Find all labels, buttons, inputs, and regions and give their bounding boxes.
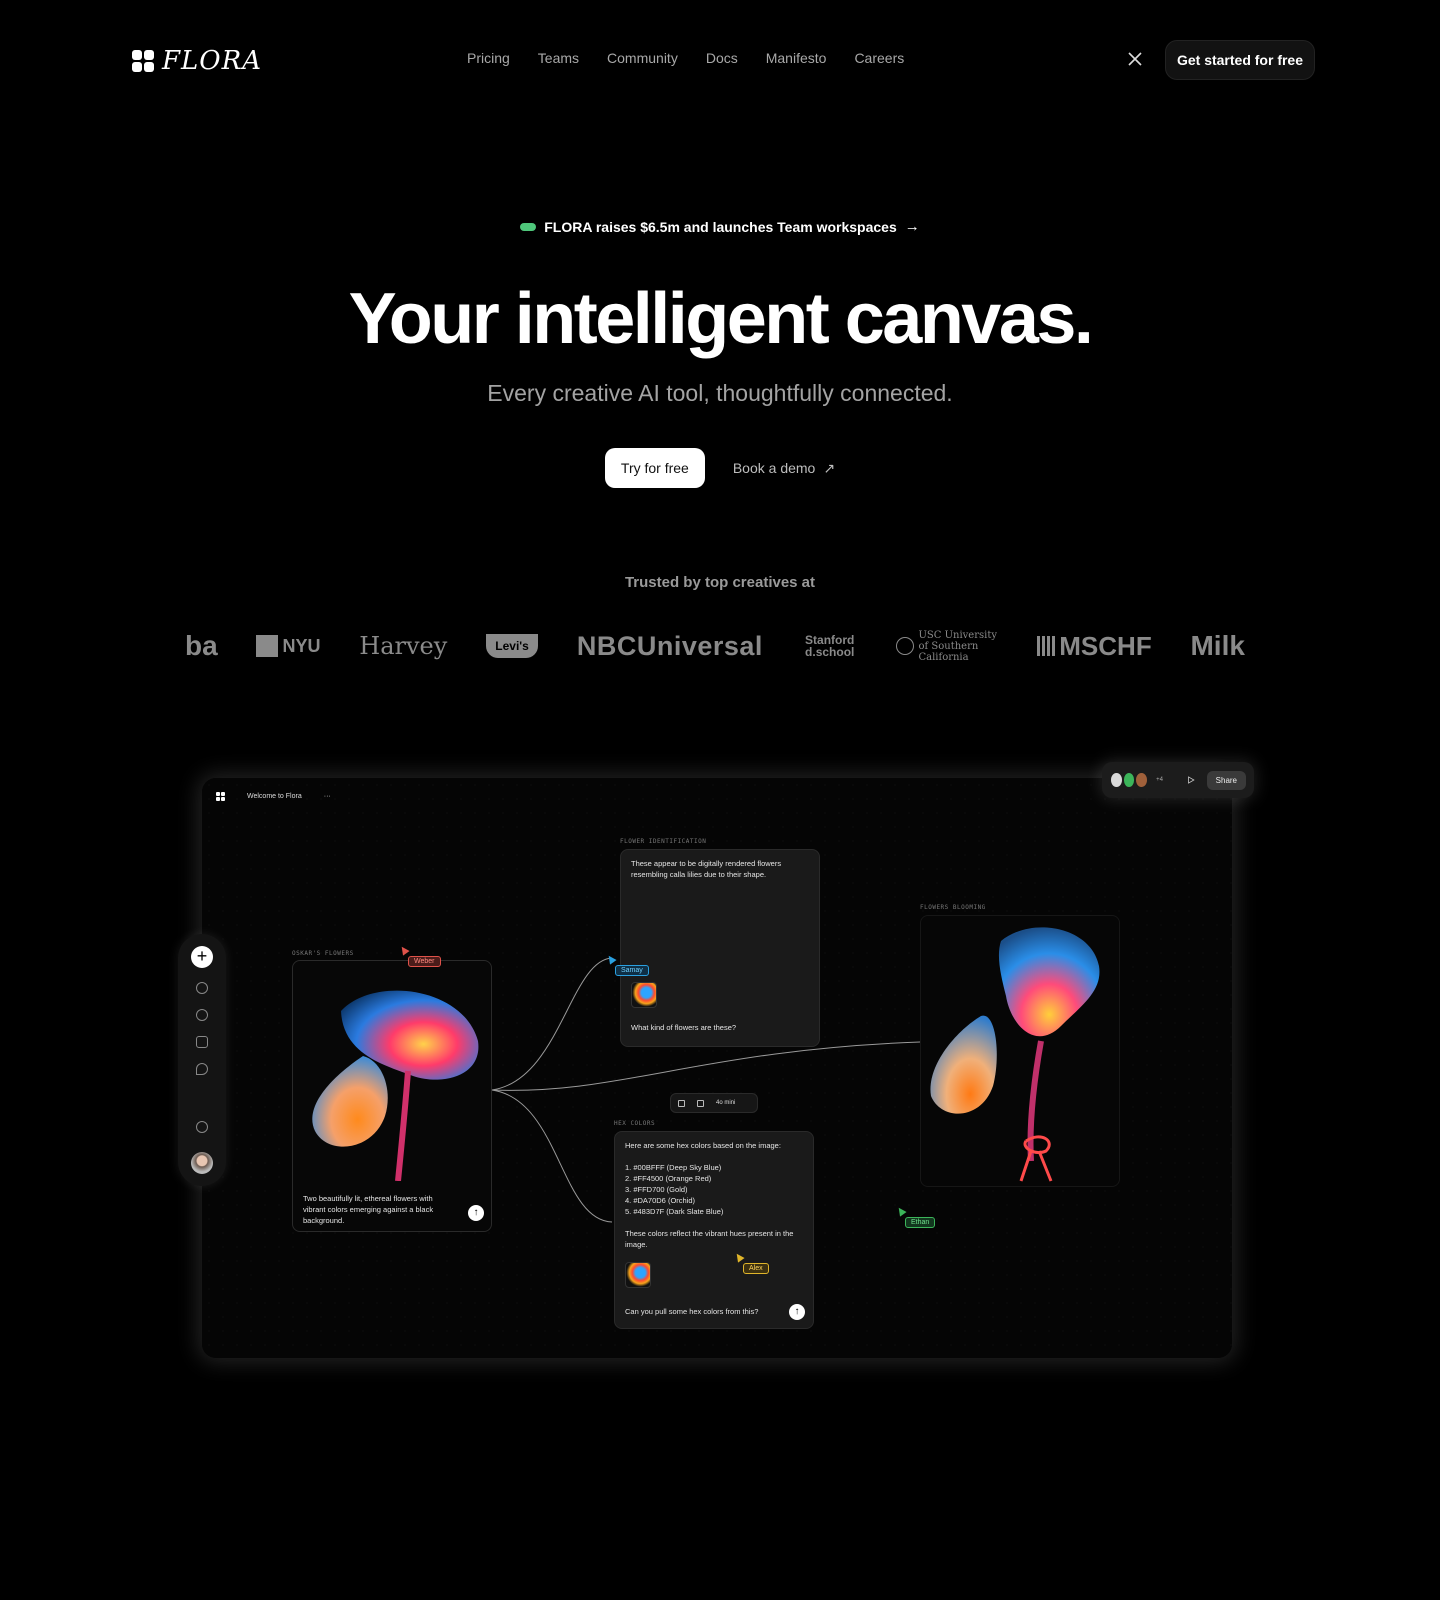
more-menu-icon[interactable]: ··· xyxy=(324,793,331,800)
logo-stanford-dschool: Stanford d.school xyxy=(805,633,855,659)
trusted-heading: Trusted by top creatives at xyxy=(624,574,816,591)
logo-wordmark: FLORA xyxy=(162,46,262,76)
collaboration-bar: +4 Share xyxy=(1102,762,1254,798)
status-dot-icon xyxy=(520,222,537,231)
book-demo-label: Book a demo xyxy=(732,460,816,476)
hex-outro: These colors reflect the vibrant hues pr… xyxy=(625,1229,794,1249)
node-label-blooming: FLOWERS BLOOMING xyxy=(920,904,986,911)
image-node-oskar[interactable]: Two beautifully lit, ethereal flowers wi… xyxy=(292,960,492,1232)
extra-collaborators-count: +4 xyxy=(1156,777,1163,783)
share-button[interactable]: Share xyxy=(1206,770,1247,790)
flora-logo[interactable]: FLORA xyxy=(132,46,262,76)
comment-icon[interactable] xyxy=(196,1063,208,1075)
hero-actions: Try for free Book a demo ↗ xyxy=(0,448,1440,488)
send-arrow-icon[interactable]: ↑ xyxy=(468,1205,484,1221)
identification-answer: These appear to be digitally rendered fl… xyxy=(631,859,782,879)
mschf-bars-icon xyxy=(1037,636,1058,656)
logo-harvey: Harvey xyxy=(359,632,448,660)
logo-nbcuniversal: NBCUniversal xyxy=(576,630,763,661)
logo-levis: Levi's xyxy=(486,634,539,658)
flower-image xyxy=(312,990,479,1181)
nyu-torch-icon xyxy=(256,635,279,657)
blooming-flower-image xyxy=(930,927,1100,1182)
bookmark-icon[interactable] xyxy=(697,1099,704,1107)
node-toolbar: 4o mini xyxy=(670,1093,758,1113)
node-label-identification: FLOWER IDENTIFICATION xyxy=(620,838,707,845)
arrow-up-right-icon: ↗ xyxy=(823,459,836,476)
nav-link-teams[interactable]: Teams xyxy=(538,50,579,66)
hero-title: Your intelligent canvas. xyxy=(348,279,1094,359)
play-icon[interactable] xyxy=(1187,775,1195,785)
hex-prompt: Can you pull some hex colors from this? xyxy=(625,1307,759,1316)
nav-link-manifesto[interactable]: Manifesto xyxy=(766,50,827,66)
text-node-identification[interactable]: These appear to be digitally rendered fl… xyxy=(620,849,820,1047)
hex-color-2: 2. #FF4500 (Orange Red) xyxy=(625,1174,712,1183)
hex-color-3: 3. #FFD700 (Gold) xyxy=(625,1185,688,1194)
cursor-tag-weber: Weber xyxy=(408,956,441,967)
nodes-icon[interactable] xyxy=(196,982,208,994)
hex-intro: Here are some hex colors based on the im… xyxy=(625,1141,781,1150)
get-started-button[interactable]: Get started for free xyxy=(1165,40,1315,80)
cursor-tag-ethan: Ethan xyxy=(905,1217,936,1228)
try-for-free-button[interactable]: Try for free xyxy=(604,448,705,488)
cursor-tag-samay: Samay xyxy=(615,965,649,976)
oskar-caption: Two beautifully lit, ethereal flowers wi… xyxy=(303,1194,434,1225)
customer-logos: ba NYU Harvey Levi's NBCUniversal Stanfo… xyxy=(185,626,1245,666)
logo-mschf: MSCHF xyxy=(1037,631,1152,662)
user-avatar[interactable] xyxy=(191,1152,213,1174)
arrow-right-icon: → xyxy=(904,218,920,235)
hex-color-1: 1. #00BFFF (Deep Sky Blue) xyxy=(625,1163,722,1172)
usc-seal-icon xyxy=(896,637,915,655)
assets-icon[interactable] xyxy=(196,1036,208,1048)
app-header: Welcome to Flora ··· xyxy=(216,792,331,801)
identification-prompt: What kind of flowers are these? xyxy=(631,1023,737,1032)
logo-milk: Milk xyxy=(1190,630,1245,661)
text-node-hex[interactable]: Here are some hex colors based on the im… xyxy=(614,1131,814,1329)
nav-link-pricing[interactable]: Pricing xyxy=(467,50,510,66)
reference-thumbnail xyxy=(631,982,657,1008)
x-logo-icon[interactable] xyxy=(1127,51,1143,67)
announcement-banner[interactable]: FLORA raises $6.5m and launches Team wor… xyxy=(0,218,1440,235)
image-node-blooming[interactable] xyxy=(920,915,1120,1187)
avatar[interactable] xyxy=(1122,772,1136,788)
top-navigation: FLORA Pricing Teams Community Docs Manif… xyxy=(0,0,1440,120)
avatar[interactable] xyxy=(1110,772,1123,788)
logo-ba: ba xyxy=(185,630,218,661)
logo-nyu: NYU xyxy=(256,635,320,657)
cursor-tag-alex: Alex xyxy=(743,1263,769,1274)
flora-menu-icon[interactable] xyxy=(216,792,225,801)
flora-logo-icon xyxy=(132,50,154,72)
nav-link-careers[interactable]: Careers xyxy=(854,50,904,66)
reference-thumbnail xyxy=(625,1262,651,1288)
announcement-text: FLORA raises $6.5m and launches Team wor… xyxy=(544,218,897,235)
model-selector[interactable]: 4o mini xyxy=(716,1100,735,1106)
avatar[interactable] xyxy=(1135,772,1149,788)
history-icon[interactable] xyxy=(196,1009,208,1021)
node-label-oskar: OSKAR'S FLOWERS xyxy=(292,950,354,957)
nav-links: Pricing Teams Community Docs Manifesto C… xyxy=(467,50,904,66)
node-label-hex: HEX COLORS xyxy=(614,1120,656,1127)
logo-usc: USC University of Southern California xyxy=(896,630,998,663)
add-node-icon[interactable]: + xyxy=(191,946,213,968)
project-title[interactable]: Welcome to Flora xyxy=(247,793,302,800)
help-icon[interactable] xyxy=(196,1121,208,1133)
canvas-toolbar: + xyxy=(178,934,226,1186)
hero-subtitle: Every creative AI tool, thoughtfully con… xyxy=(487,380,953,406)
hex-color-5: 5. #483D7F (Dark Slate Blue) xyxy=(625,1207,724,1216)
nav-link-community[interactable]: Community xyxy=(607,50,678,66)
text-format-icon[interactable] xyxy=(678,1099,685,1107)
nav-link-docs[interactable]: Docs xyxy=(706,50,738,66)
hex-color-4: 4. #DA70D6 (Orchid) xyxy=(625,1196,696,1205)
book-demo-link[interactable]: Book a demo ↗ xyxy=(733,460,835,477)
send-arrow-icon[interactable]: ↑ xyxy=(789,1304,805,1320)
